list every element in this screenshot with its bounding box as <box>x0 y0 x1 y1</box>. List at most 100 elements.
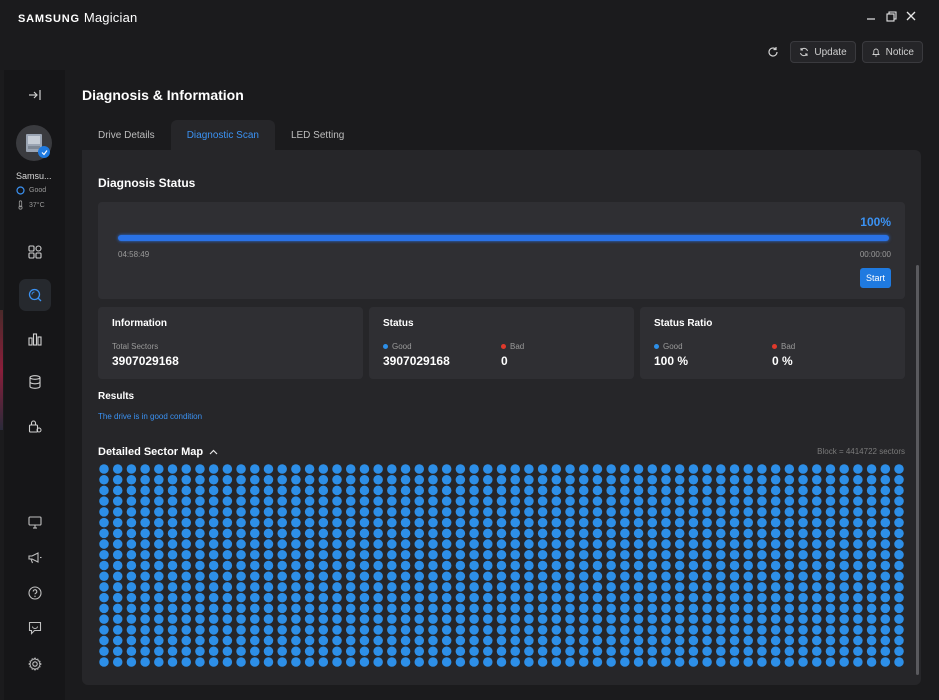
sector-block <box>167 657 178 667</box>
sector-block <box>250 571 260 581</box>
sector-map-toggle[interactable]: Detailed Sector Map <box>98 446 218 458</box>
sector-block <box>318 464 329 474</box>
sector-block <box>414 496 425 506</box>
sector-block <box>455 635 466 646</box>
sidebar-item-feedback[interactable] <box>4 612 65 644</box>
sector-block <box>291 614 301 624</box>
sector-block <box>510 496 520 506</box>
sector-block <box>674 539 685 549</box>
tab-diagnostic-scan[interactable]: Diagnostic Scan <box>170 120 275 151</box>
sector-block <box>112 517 123 528</box>
sector-block <box>524 592 534 603</box>
sector-block <box>798 592 808 603</box>
sector-block <box>304 507 315 517</box>
sector-block <box>455 496 466 506</box>
sector-block <box>812 646 822 657</box>
sector-block <box>866 592 877 603</box>
sector-block <box>853 560 863 571</box>
sector-block <box>99 507 109 517</box>
sector-block <box>798 635 808 646</box>
sector-block <box>551 571 562 581</box>
minimize-button[interactable] <box>863 8 879 24</box>
sector-block <box>373 528 383 539</box>
sector-block <box>99 496 109 506</box>
refresh-button[interactable] <box>762 41 784 63</box>
close-button[interactable] <box>903 8 919 24</box>
sector-block <box>880 539 891 549</box>
sidebar-item-help[interactable] <box>4 577 65 609</box>
sector-block <box>496 474 507 485</box>
start-button[interactable]: Start <box>860 268 891 288</box>
sector-block <box>291 528 301 539</box>
sector-block <box>441 507 452 517</box>
sector-block <box>770 592 781 603</box>
sector-block <box>578 560 589 571</box>
update-icon <box>800 47 809 57</box>
sector-block <box>181 517 191 528</box>
sector-block <box>510 646 520 657</box>
sector-block <box>345 560 356 571</box>
sector-block <box>524 464 534 474</box>
sector-block <box>812 614 822 624</box>
sidebar-item-settings[interactable] <box>4 648 65 680</box>
sector-block <box>825 464 836 474</box>
sector-block <box>674 464 685 474</box>
sector-block <box>496 646 507 657</box>
sector-block <box>428 635 438 646</box>
sidebar-item-diagnosis[interactable] <box>4 279 65 311</box>
sector-block <box>866 474 877 485</box>
tab-led-setting[interactable]: LED Setting <box>275 120 360 151</box>
sector-block <box>578 485 589 496</box>
sector-block <box>757 485 767 496</box>
sector-block <box>894 560 904 571</box>
sidebar-item-data-management[interactable] <box>4 366 65 398</box>
sector-block <box>770 517 781 528</box>
sector-block <box>674 517 685 528</box>
sector-block <box>483 528 493 539</box>
tab-drive-details[interactable]: Drive Details <box>82 120 171 151</box>
sector-block <box>647 592 658 603</box>
progress-percent: 100% <box>860 215 891 229</box>
sector-block <box>345 625 356 635</box>
sector-block <box>318 507 329 517</box>
sidebar-item-security[interactable] <box>4 410 65 442</box>
sector-block <box>674 614 685 624</box>
restore-button[interactable] <box>883 8 899 24</box>
notice-button[interactable]: Notice <box>861 41 923 63</box>
sector-block <box>510 571 520 581</box>
sector-block <box>784 571 795 581</box>
sector-block <box>441 560 452 571</box>
sector-block <box>674 657 685 667</box>
sector-block <box>469 528 479 539</box>
sector-block <box>743 550 753 560</box>
sector-block <box>428 528 438 539</box>
sector-block <box>853 496 863 506</box>
sector-block <box>620 464 630 474</box>
sector-block <box>112 560 123 571</box>
status-ratio-card: Status Ratio Good 100 % Bad 0 % <box>640 307 905 379</box>
sector-block <box>263 625 274 635</box>
sector-block <box>414 592 425 603</box>
sector-block <box>880 646 891 657</box>
sidebar-item-collapse[interactable] <box>4 79 65 111</box>
sidebar-item-announcements[interactable] <box>4 541 65 573</box>
sector-block <box>702 571 712 581</box>
sector-block <box>318 657 329 667</box>
sector-block <box>702 646 712 657</box>
sector-block <box>620 635 630 646</box>
sector-block <box>702 560 712 571</box>
sector-block <box>620 646 630 657</box>
sidebar-item-overview[interactable] <box>4 236 65 268</box>
sector-block <box>620 592 630 603</box>
sector-block <box>496 582 507 592</box>
sector-block <box>798 539 808 549</box>
sector-block <box>729 603 740 614</box>
sector-block <box>633 507 644 517</box>
sector-block <box>551 635 562 646</box>
sidebar-item-display[interactable] <box>4 506 65 538</box>
scrollbar[interactable] <box>916 265 919 675</box>
update-button[interactable]: Update <box>790 41 856 63</box>
sidebar-item-benchmark[interactable] <box>4 323 65 355</box>
sector-block <box>332 485 342 496</box>
sector-block <box>250 485 260 496</box>
